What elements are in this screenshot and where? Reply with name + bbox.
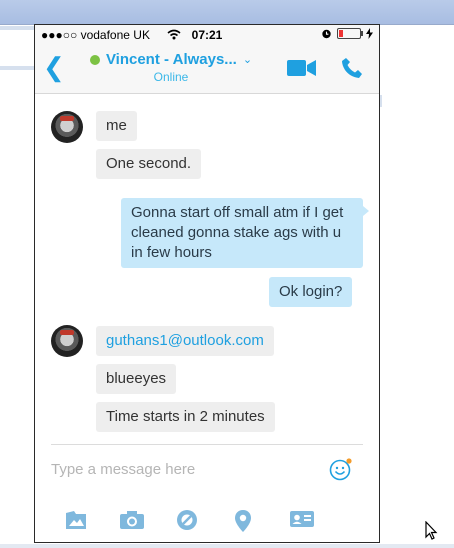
conversation-header: ❮ Vincent - Always... ⌄ Online bbox=[35, 45, 379, 94]
contact-status: Online bbox=[153, 70, 189, 84]
battery-icon bbox=[337, 28, 363, 39]
alarm-icon bbox=[322, 29, 331, 39]
video-call-icon[interactable] bbox=[287, 59, 317, 77]
mouse-pointer-icon bbox=[425, 521, 438, 540]
message-bubble[interactable]: me bbox=[96, 111, 137, 141]
video-message-icon[interactable] bbox=[176, 509, 198, 531]
contact-card-icon[interactable] bbox=[289, 509, 315, 529]
message-bubble[interactable]: Time starts in 2 minutes bbox=[96, 402, 275, 432]
message-list[interactable]: me One second. Gonna start off small atm… bbox=[35, 94, 379, 446]
desktop-background bbox=[0, 544, 454, 548]
desktop-title-bar bbox=[0, 0, 454, 24]
camera-icon[interactable] bbox=[119, 509, 145, 531]
charging-icon bbox=[366, 28, 373, 39]
contact-avatar[interactable] bbox=[51, 325, 83, 357]
contact-title-button[interactable]: Vincent - Always... ⌄ Online bbox=[83, 51, 259, 84]
message-bubble[interactable]: blueeyes bbox=[96, 364, 177, 394]
message-bubble-outgoing[interactable]: Gonna start off small atm if I get clean… bbox=[121, 198, 369, 268]
message-input[interactable]: Type a message here bbox=[51, 461, 195, 478]
emoticon-icon[interactable] bbox=[329, 457, 353, 481]
composer-toolbar bbox=[35, 503, 379, 542]
phone-screen: ●●●○○ vodafone UK 07:21 ❮ Vincent - Alwa… bbox=[34, 24, 380, 543]
online-status-icon bbox=[89, 54, 100, 65]
chevron-down-icon: ⌄ bbox=[242, 54, 253, 66]
phone-call-icon[interactable] bbox=[341, 57, 363, 79]
back-chevron-icon[interactable]: ❮ bbox=[43, 54, 65, 80]
desktop-background bbox=[0, 66, 34, 70]
desktop-background bbox=[0, 26, 34, 30]
email-link[interactable]: guthans1@outlook.com bbox=[96, 326, 274, 356]
contact-avatar[interactable] bbox=[51, 111, 83, 143]
contact-name: Vincent - Always... bbox=[105, 51, 237, 68]
message-bubble[interactable]: One second. bbox=[96, 149, 202, 179]
desktop-background bbox=[380, 95, 382, 107]
message-bubble-outgoing[interactable]: Ok login? bbox=[269, 277, 353, 307]
location-icon[interactable] bbox=[234, 509, 252, 533]
media-icon[interactable] bbox=[64, 509, 88, 531]
status-bar: ●●●○○ vodafone UK 07:21 bbox=[35, 25, 379, 45]
message-composer[interactable]: Type a message here bbox=[35, 445, 379, 493]
